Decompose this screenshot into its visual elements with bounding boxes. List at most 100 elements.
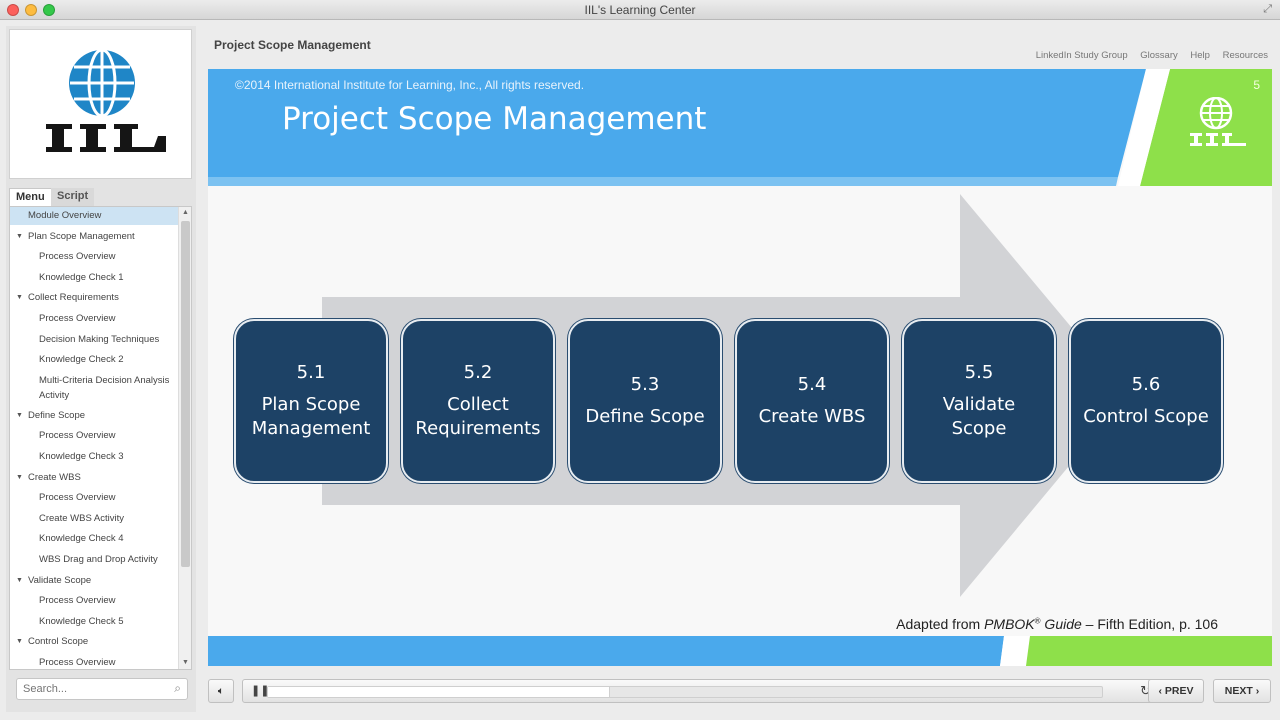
menu-item[interactable]: ▼ Validate Scope	[10, 572, 178, 590]
menu-item-label: Process Overview	[39, 492, 116, 504]
menu-item[interactable]: Multi-Criteria Decision Analysis Activit…	[10, 372, 178, 404]
slide-page-number: 5	[1253, 78, 1260, 92]
menu-item-label: Validate Scope	[28, 574, 92, 586]
expand-triangle-icon[interactable]: ▼	[16, 289, 23, 307]
menu-item-label: Collect Requirements	[28, 292, 119, 304]
source-caption: Adapted from PMBOK® Guide – Fifth Editio…	[896, 616, 1218, 632]
menu-item[interactable]: Process Overview	[10, 427, 178, 445]
menu-item[interactable]: Knowledge Check 3	[10, 448, 178, 466]
next-label: NEXT	[1224, 685, 1253, 697]
prev-button[interactable]: ‹ PREV	[1148, 679, 1204, 703]
step-number: 5.1	[296, 361, 326, 383]
iil-logo	[9, 29, 192, 179]
menu-item-label: Module Overview	[28, 210, 102, 221]
window-title: IIL's Learning Center	[584, 3, 696, 17]
step-name: Create WBS	[758, 405, 866, 427]
menu-item[interactable]: Process Overview	[10, 248, 178, 266]
tab-menu[interactable]: Menu	[9, 188, 52, 206]
menu-item[interactable]: Knowledge Check 5	[10, 613, 178, 631]
expand-triangle-icon[interactable]: ▼	[16, 407, 23, 425]
step-name: Collect Requirements	[415, 393, 541, 439]
menu-item[interactable]: ▼ Plan Scope Management	[10, 228, 178, 246]
process-step-box: 5.4 Create WBS	[735, 319, 889, 483]
menu-item[interactable]: WBS Drag and Drop Activity	[10, 551, 178, 569]
step-name: Define Scope	[585, 405, 705, 427]
progress-track[interactable]	[267, 686, 1103, 698]
menu-item[interactable]: Process Overview	[10, 310, 178, 328]
menu-item[interactable]: Process Overview	[10, 489, 178, 507]
menu-item-label: Create WBS	[28, 471, 81, 483]
process-step-box: 5.5 Validate Scope	[902, 319, 1056, 483]
speaker-icon: 🔈︎	[217, 685, 225, 697]
menu-item[interactable]: Module Overview	[10, 207, 178, 225]
menu-item[interactable]: Decision Making Techniques	[10, 331, 178, 349]
expand-triangle-icon[interactable]: ▼	[16, 572, 23, 590]
process-step-box: 5.6 Control Scope	[1069, 319, 1223, 483]
menu-item-label: Plan Scope Management	[28, 230, 135, 242]
link-linkedin-study-group[interactable]: LinkedIn Study Group	[1036, 50, 1128, 61]
scroll-up-icon[interactable]: ▲	[179, 207, 191, 219]
prev-label: PREV	[1164, 685, 1194, 697]
link-resources[interactable]: Resources	[1223, 50, 1268, 61]
module-title: Project Scope Management	[214, 38, 371, 52]
expand-triangle-icon[interactable]: ▼	[16, 633, 23, 651]
menu-item[interactable]: ▼ Collect Requirements	[10, 289, 178, 307]
caption-pmbok: PMBOK	[984, 616, 1035, 632]
step-name: Plan Scope Management	[251, 393, 371, 439]
copyright-text: ©2014 International Institute for Learni…	[235, 78, 585, 92]
menu-item[interactable]: Process Overview	[10, 592, 178, 610]
menu-item[interactable]: ▼ Create WBS	[10, 469, 178, 487]
menu-item[interactable]: Knowledge Check 1	[10, 269, 178, 287]
caption-guide: Guide	[1040, 616, 1082, 632]
link-help[interactable]: Help	[1190, 50, 1210, 61]
menu-item[interactable]: Knowledge Check 4	[10, 530, 178, 548]
search-icon[interactable]: ⌕	[174, 681, 181, 696]
menu-item-label: Knowledge Check 3	[39, 451, 124, 462]
process-step-box: 5.1 Plan Scope Management	[234, 319, 388, 483]
scroll-down-icon[interactable]: ▼	[179, 657, 191, 669]
menu-item-label: WBS Drag and Drop Activity	[39, 554, 158, 565]
menu-scrollbar[interactable]: ▲ ▼	[178, 207, 191, 669]
menu-item[interactable]: Knowledge Check 2	[10, 351, 178, 369]
menu-item-label: Knowledge Check 2	[39, 354, 124, 366]
process-step-box: 5.3 Define Scope	[568, 319, 722, 483]
menu-item-label: Create WBS Activity	[39, 512, 124, 524]
menu-item-label: Process Overview	[39, 430, 116, 442]
process-step-box: 5.2 Collect Requirements	[401, 319, 555, 483]
volume-button[interactable]: 🔈︎	[208, 679, 234, 703]
menu-item[interactable]: Process Overview	[10, 654, 178, 669]
menu-item[interactable]: Create WBS Activity	[10, 510, 178, 528]
next-button[interactable]: NEXT ›	[1213, 679, 1271, 703]
step-number: 5.6	[1131, 373, 1161, 395]
sidebar: Menu Script Module Overview ▼ Plan Scope M…	[6, 26, 196, 712]
menu-item-label: Decision Making Techniques	[39, 333, 160, 345]
menu-panel: Module Overview ▼ Plan Scope Management Pro…	[9, 206, 192, 670]
player-controls: 🔈︎ ❚❚ ↻ ‹ PREV NEXT ›	[200, 676, 1280, 706]
slide: Project Scope Management 5.1 Plan Scope M…	[208, 69, 1272, 666]
expand-triangle-icon[interactable]: ▼	[16, 228, 23, 246]
menu-item-label: Knowledge Check 5	[39, 615, 124, 627]
expand-triangle-icon[interactable]: ▼	[16, 469, 23, 487]
scroll-thumb[interactable]	[181, 221, 190, 567]
main-area: Project Scope Management LinkedIn Study …	[200, 26, 1280, 720]
fullscreen-icon[interactable]: ⤢	[1263, 3, 1272, 16]
tab-script[interactable]: Script	[51, 188, 95, 206]
progress-fill	[268, 687, 610, 697]
progress-control: ❚❚ ↻	[242, 679, 1160, 703]
iil-logo-graphic	[46, 50, 166, 152]
window-titlebar: IIL's Learning Center ⤢	[0, 0, 1280, 20]
search-input[interactable]	[23, 679, 163, 699]
menu-item[interactable]: ▼ Control Scope	[10, 633, 178, 651]
menu-item-label: Control Scope	[28, 636, 89, 648]
menu-item-label: Process Overview	[39, 595, 116, 607]
top-links: LinkedIn Study Group Glossary Help Resou…	[1026, 50, 1268, 61]
caption-prefix: Adapted from	[896, 616, 985, 632]
step-number: 5.5	[964, 361, 994, 383]
search-box[interactable]: ⌕	[16, 678, 188, 700]
menu-item[interactable]: ▼ Define Scope	[10, 407, 178, 425]
link-glossary[interactable]: Glossary	[1140, 50, 1177, 61]
step-name: Control Scope	[1083, 405, 1209, 427]
step-name: Validate Scope	[942, 393, 1016, 439]
menu-item-label: Knowledge Check 1	[39, 271, 124, 283]
menu-item-label: Define Scope	[28, 409, 86, 421]
